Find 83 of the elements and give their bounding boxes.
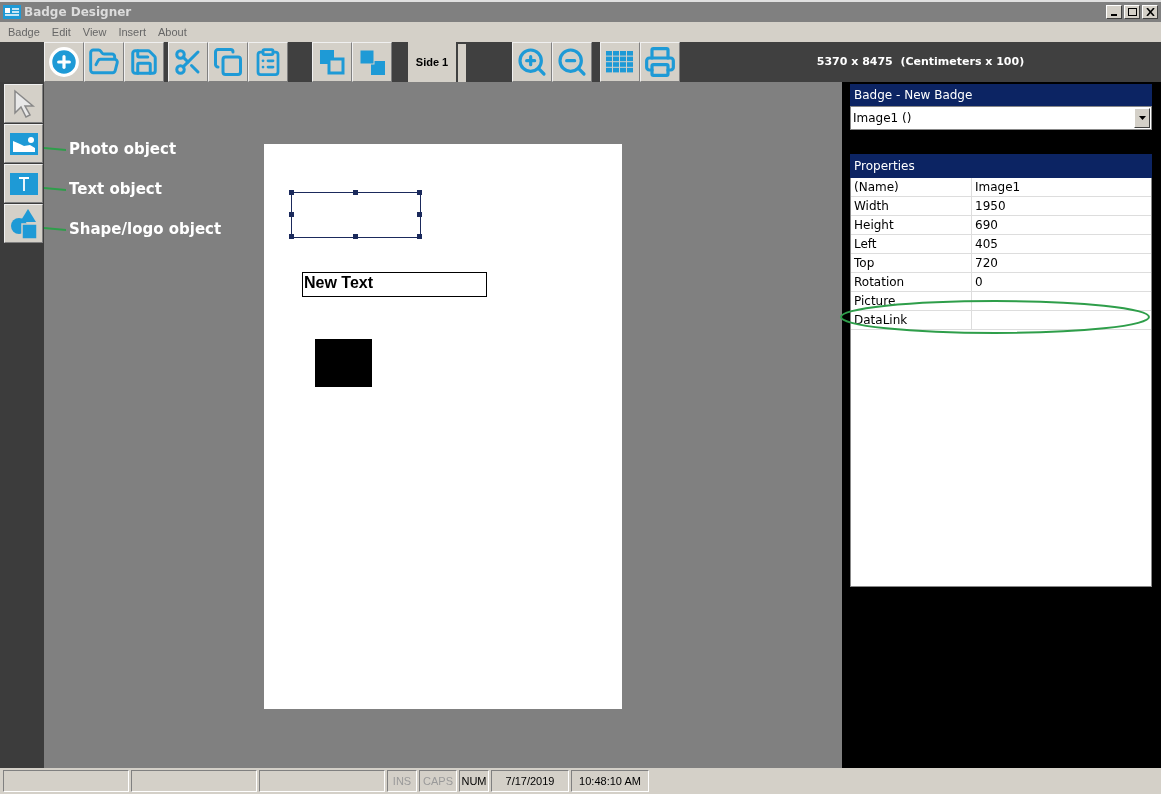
caret-icon — [1138, 116, 1146, 120]
resize-handle[interactable] — [417, 234, 422, 239]
resize-handle[interactable] — [353, 190, 358, 195]
leader-line — [44, 186, 66, 193]
properties-header: Properties — [850, 154, 1152, 178]
zoom-out-icon — [556, 46, 588, 78]
maximize-button[interactable] — [1124, 5, 1140, 19]
save-icon — [129, 47, 159, 77]
minimize-button[interactable] — [1106, 5, 1122, 19]
menu-item[interactable]: View — [77, 23, 112, 41]
save-button[interactable] — [124, 42, 164, 82]
property-value[interactable]: 405 — [972, 235, 1151, 253]
text-tool-icon — [9, 172, 38, 195]
image-frame[interactable] — [291, 192, 421, 238]
object-dropdown[interactable]: Image1 () — [850, 106, 1152, 130]
dropdown-button[interactable] — [1134, 108, 1150, 128]
annotation-label: Shape/logo object — [69, 219, 222, 240]
tool-button[interactable] — [4, 124, 43, 163]
status-panel: INS — [387, 770, 417, 792]
resize-handle[interactable] — [289, 190, 294, 195]
resize-handle[interactable] — [353, 234, 358, 239]
status-panel: NUM — [459, 770, 489, 792]
printer-icon — [644, 46, 676, 78]
status-panel: 10:48:10 AM — [571, 770, 649, 792]
property-name: Picture — [851, 292, 972, 310]
cut-button[interactable] — [168, 42, 208, 82]
text-object[interactable]: New Text — [302, 272, 487, 297]
annotation-label: Text object — [69, 179, 162, 200]
shapes-icon — [8, 207, 39, 240]
send-backward-icon — [357, 47, 387, 77]
tool-button[interactable] — [4, 84, 43, 123]
property-name: Height — [851, 216, 972, 234]
property-name: Rotation — [851, 273, 972, 291]
grid-button[interactable] — [600, 42, 640, 82]
property-value[interactable]: 1950 — [972, 197, 1151, 215]
status-panel: CAPS — [419, 770, 457, 792]
zoom-in-button[interactable] — [512, 42, 552, 82]
copy-icon — [213, 47, 243, 77]
new-button[interactable] — [44, 42, 84, 82]
maximize-icon — [1127, 8, 1137, 16]
menu-item[interactable]: Edit — [46, 23, 76, 41]
resize-handle[interactable] — [289, 212, 294, 217]
leader-line — [44, 146, 66, 153]
property-name: Width — [851, 197, 972, 215]
panel-header: Badge - New Badge — [850, 84, 1152, 106]
window-title: Badge Designer — [24, 4, 132, 21]
property-name: (Name) — [851, 178, 972, 196]
zoom-in-icon — [516, 46, 548, 78]
menu-item[interactable]: About — [152, 23, 192, 41]
property-value[interactable]: Image1 — [972, 178, 1151, 196]
close-button[interactable] — [1142, 5, 1158, 19]
resize-handle[interactable] — [289, 234, 294, 239]
leader-line — [44, 226, 66, 233]
property-name: Top — [851, 254, 972, 272]
close-icon — [1145, 8, 1155, 16]
open-button[interactable] — [84, 42, 124, 82]
menu-item[interactable]: Badge — [3, 23, 45, 41]
zoom-out-button[interactable] — [552, 42, 592, 82]
property-value[interactable]: 690 — [972, 216, 1151, 234]
image-icon — [9, 132, 38, 155]
bring-forward-icon — [317, 47, 347, 77]
property-name: Left — [851, 235, 972, 253]
pointer-icon — [11, 88, 36, 119]
property-value[interactable]: 720 — [972, 254, 1151, 272]
annotation-label: Photo object — [69, 139, 177, 160]
badge-dimensions: 5370 x 8475 (Centimeters x 100) — [816, 53, 1025, 70]
resize-handle[interactable] — [417, 190, 422, 195]
tool-button[interactable] — [4, 204, 43, 243]
resize-handle[interactable] — [417, 212, 422, 217]
grid-icon — [606, 51, 634, 73]
status-panel: 7/17/2019 — [491, 770, 569, 792]
copy-button[interactable] — [208, 42, 248, 82]
paste-button[interactable] — [248, 42, 288, 82]
send-backward-button[interactable] — [352, 42, 392, 82]
property-value[interactable]: 0 — [972, 273, 1151, 291]
menu-item[interactable]: Insert — [113, 23, 151, 41]
bring-forward-button[interactable] — [312, 42, 352, 82]
app-icon — [3, 5, 21, 19]
add-icon — [48, 46, 80, 78]
tool-button[interactable] — [4, 164, 43, 203]
side-tab[interactable]: Side 1 — [408, 42, 456, 82]
print-button[interactable] — [640, 42, 680, 82]
property-name: DataLink — [851, 311, 972, 329]
